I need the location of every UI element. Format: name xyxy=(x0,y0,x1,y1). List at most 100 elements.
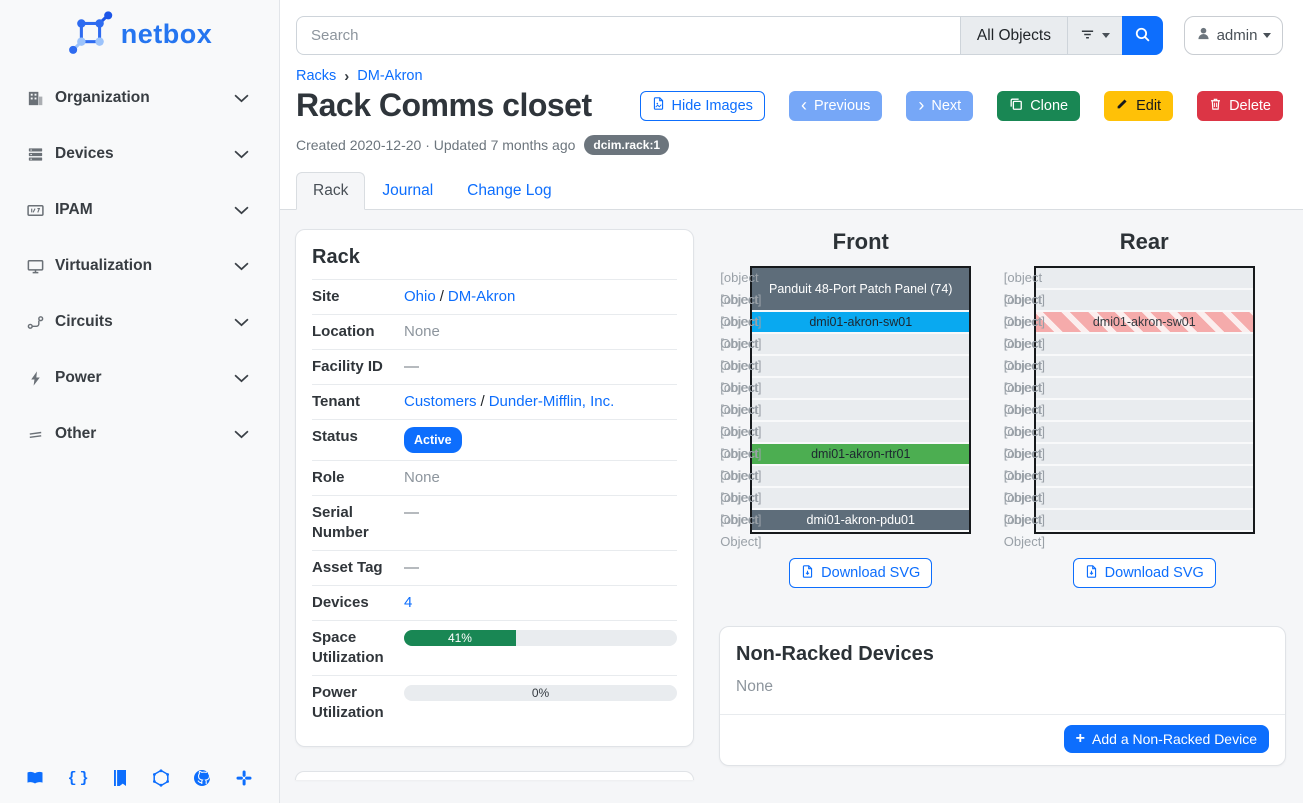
pencil-icon xyxy=(1116,97,1129,114)
chevron-down-icon xyxy=(234,262,249,271)
rack-unit[interactable]: Panduit 48-Port Patch Panel (74) xyxy=(752,268,969,310)
rack-unit[interactable] xyxy=(1036,400,1253,420)
rack-unit[interactable] xyxy=(1036,290,1253,310)
rack-unit[interactable] xyxy=(1036,356,1253,376)
unit-number: [object Object] xyxy=(720,377,744,399)
edit-button[interactable]: Edit xyxy=(1104,91,1173,121)
breadcrumb-racks[interactable]: Racks xyxy=(296,68,336,84)
unit-number: [object Object] xyxy=(720,443,744,465)
rear-download-svg-button[interactable]: Download SVG xyxy=(1073,558,1216,588)
front-download-svg-button[interactable]: Download SVG xyxy=(789,558,932,588)
tab-change-log[interactable]: Change Log xyxy=(450,172,568,210)
space-utilization-fill: 41% xyxy=(404,630,516,646)
rack-unit[interactable] xyxy=(752,466,969,486)
book-icon[interactable] xyxy=(112,769,128,787)
book-open-icon[interactable] xyxy=(26,769,44,787)
chevron-down-icon xyxy=(234,94,249,103)
front-title: Front xyxy=(833,229,889,255)
rack-unit[interactable] xyxy=(1036,510,1253,530)
trash-icon xyxy=(1209,97,1222,115)
search-submit-button[interactable] xyxy=(1122,16,1163,55)
chevron-down-icon xyxy=(234,374,249,383)
space-utilization-bar: 41% xyxy=(404,630,677,646)
breadcrumb-dm-akron[interactable]: DM-Akron xyxy=(357,68,422,84)
sidebar-item-organization[interactable]: Organization xyxy=(26,78,249,118)
sidebar-item-label: Circuits xyxy=(55,313,113,331)
tab-journal[interactable]: Journal xyxy=(365,172,450,210)
tenant-link[interactable]: Dunder-Mifflin, Inc. xyxy=(489,392,615,412)
unit-number: [object Object] xyxy=(1004,509,1028,531)
rack-unit[interactable] xyxy=(1036,488,1253,508)
sidebar-item-circuits[interactable]: Circuits xyxy=(26,302,249,342)
topbar: All Objects admin xyxy=(280,0,1303,55)
unit-number: [object Object] xyxy=(720,421,744,443)
clone-button[interactable]: Clone xyxy=(997,91,1080,121)
search-scope-button[interactable]: All Objects xyxy=(960,16,1067,55)
rack-unit[interactable] xyxy=(752,378,969,398)
next-button[interactable]: › Next xyxy=(906,91,973,121)
next-card-sliver xyxy=(295,771,694,780)
rack-unit[interactable] xyxy=(1036,268,1253,288)
rack-unit[interactable]: dmi01-akron-sw01 xyxy=(752,312,969,332)
building-icon xyxy=(26,88,46,108)
sidebar-item-virtualization[interactable]: Virtualization xyxy=(26,246,249,286)
location-value: None xyxy=(404,322,440,342)
site-link[interactable]: DM-Akron xyxy=(448,287,516,307)
chevron-right-icon: › xyxy=(344,69,349,84)
object-id-badge: dcim.rack:1 xyxy=(584,135,669,155)
rack-unit[interactable] xyxy=(752,334,969,354)
filter-icon xyxy=(1080,27,1095,45)
sidebar-item-other[interactable]: Other xyxy=(26,414,249,454)
rack-unit[interactable] xyxy=(752,356,969,376)
rack-unit[interactable] xyxy=(752,400,969,420)
add-non-racked-device-button[interactable]: + Add a Non-Racked Device xyxy=(1064,725,1269,753)
rack-unit[interactable] xyxy=(1036,444,1253,464)
devices-count-link[interactable]: 4 xyxy=(404,593,412,613)
netbox-logo[interactable]: netbox xyxy=(67,10,213,58)
rack-unit[interactable] xyxy=(1036,334,1253,354)
rack-unit[interactable]: dmi01-akron-rtr01 xyxy=(752,444,969,464)
user-menu[interactable]: admin xyxy=(1184,16,1283,55)
site-region-link[interactable]: Ohio xyxy=(404,287,436,307)
tenant-group-link[interactable]: Customers xyxy=(404,392,477,412)
sidebar-item-power[interactable]: Power xyxy=(26,358,249,398)
rack-unit[interactable]: dmi01-akron-sw01 xyxy=(1036,312,1253,332)
breadcrumb: Racks › DM-Akron xyxy=(280,55,1303,84)
serial-number-value: — xyxy=(404,503,419,523)
role-value: None xyxy=(404,468,440,488)
delete-button[interactable]: Delete xyxy=(1197,91,1283,121)
rack-unit[interactable] xyxy=(1036,422,1253,442)
sidebar-item-ipam[interactable]: IPAM xyxy=(26,190,249,230)
unit-number: [object Object] xyxy=(720,333,744,355)
non-racked-footer: + Add a Non-Racked Device xyxy=(720,714,1285,765)
monitor-icon xyxy=(26,256,46,276)
rear-rack-box: dmi01-akron-sw01 xyxy=(1034,266,1255,534)
chevron-down-icon xyxy=(234,318,249,327)
add-non-racked-device-label: Add a Non-Racked Device xyxy=(1092,731,1257,747)
rack-unit[interactable] xyxy=(1036,378,1253,398)
search-input[interactable] xyxy=(296,16,960,55)
rack-unit[interactable] xyxy=(752,422,969,442)
left-column: Rack Site Ohio / DM-Akron Location None xyxy=(295,229,694,780)
created-updated-text: Created 2020-12-20 · Updated 7 months ag… xyxy=(296,137,575,153)
search-filter-button[interactable] xyxy=(1067,16,1122,55)
graphql-icon[interactable] xyxy=(152,769,170,787)
rack-unit[interactable] xyxy=(1036,466,1253,486)
chevron-right-icon: › xyxy=(918,96,924,114)
code-braces-icon[interactable]: { } xyxy=(68,770,89,787)
front-elevation: Front [object Object] [object Object] [o… xyxy=(719,229,1003,588)
non-racked-body: None xyxy=(720,676,1285,714)
sidebar-item-devices[interactable]: Devices xyxy=(26,134,249,174)
previous-button[interactable]: ‹ Previous xyxy=(789,91,882,121)
power-utilization-bar: 0% xyxy=(404,685,677,701)
slack-icon[interactable] xyxy=(235,769,253,787)
meta-row: Created 2020-12-20 · Updated 7 months ag… xyxy=(280,124,1303,155)
hide-images-button[interactable]: Hide Images xyxy=(640,91,765,121)
server-icon xyxy=(26,144,46,164)
rack-unit[interactable]: dmi01-akron-pdu01 xyxy=(752,510,969,530)
facility-id-value: — xyxy=(404,357,419,377)
row-status: Status Active xyxy=(312,419,677,460)
rack-unit[interactable] xyxy=(752,488,969,508)
tab-rack[interactable]: Rack xyxy=(296,172,365,210)
github-icon[interactable] xyxy=(193,769,211,787)
